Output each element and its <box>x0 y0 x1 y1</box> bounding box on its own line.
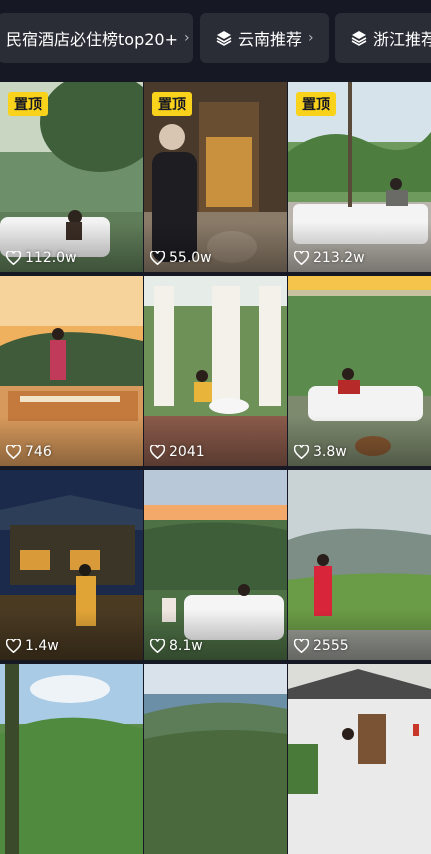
heart-icon <box>294 639 309 653</box>
thumbnail-image <box>288 664 431 854</box>
video-tile[interactable]: 1.4w <box>0 470 143 660</box>
chip-zhejiang[interactable]: 浙江推荐 <box>335 13 431 63</box>
like-count-text: 213.2w <box>313 250 365 266</box>
video-tile[interactable]: 746 <box>0 276 143 466</box>
layers-icon <box>216 31 232 46</box>
video-tile[interactable] <box>144 664 287 854</box>
heart-icon <box>150 251 165 265</box>
chevron-right-icon: › <box>308 30 314 46</box>
video-tile[interactable]: 3.8w <box>288 276 431 466</box>
pinned-badge: 置顶 <box>152 92 192 116</box>
like-count: 8.1w <box>150 638 203 654</box>
heart-icon <box>6 639 21 653</box>
video-tile[interactable]: 置顶 55.0w <box>144 82 287 272</box>
chip-yunnan[interactable]: 云南推荐 › <box>200 13 329 63</box>
thumbnail-image <box>144 664 287 854</box>
video-tile[interactable]: 2041 <box>144 276 287 466</box>
like-count-text: 55.0w <box>169 250 212 266</box>
heart-icon <box>294 445 309 459</box>
like-count-text: 2555 <box>313 638 349 654</box>
like-count-text: 8.1w <box>169 638 203 654</box>
like-count-text: 1.4w <box>25 638 59 654</box>
chevron-right-icon: › <box>184 30 190 46</box>
heart-icon <box>6 251 21 265</box>
video-tile[interactable] <box>0 664 143 854</box>
pinned-badge: 置顶 <box>8 92 48 116</box>
like-count-text: 2041 <box>169 444 205 460</box>
video-tile[interactable]: 置顶 213.2w <box>288 82 431 272</box>
like-count: 1.4w <box>6 638 59 654</box>
chip-top20[interactable]: 民宿酒店必住榜top20+ › <box>0 13 193 63</box>
video-tile[interactable]: 2555 <box>288 470 431 660</box>
like-count: 55.0w <box>150 250 212 266</box>
chip-label: 云南推荐 <box>238 30 303 49</box>
like-count: 112.0w <box>6 250 77 266</box>
like-count-text: 112.0w <box>25 250 77 266</box>
like-count: 3.8w <box>294 444 347 460</box>
chip-label: 浙江推荐 <box>373 30 431 49</box>
heart-icon <box>150 639 165 653</box>
heart-icon <box>294 251 309 265</box>
heart-icon <box>6 445 21 459</box>
like-count-text: 3.8w <box>313 444 347 460</box>
like-count: 2555 <box>294 638 349 654</box>
video-tile[interactable]: 8.1w <box>144 470 287 660</box>
thumbnail-image <box>0 664 143 854</box>
layers-icon <box>351 31 367 46</box>
topic-chip-bar: 民宿酒店必住榜top20+ › 云南推荐 › 浙江推荐 <box>0 0 431 82</box>
pinned-badge: 置顶 <box>296 92 336 116</box>
like-count: 213.2w <box>294 250 365 266</box>
video-tile[interactable] <box>288 664 431 854</box>
video-tile[interactable]: 置顶 112.0w <box>0 82 143 272</box>
chip-label: 民宿酒店必住榜top20+ <box>6 30 178 49</box>
like-count: 2041 <box>150 444 205 460</box>
like-count: 746 <box>6 444 52 460</box>
heart-icon <box>150 445 165 459</box>
video-grid: 置顶 112.0w 置顶 55.0w 置顶 213.2w 746 2041 3.… <box>0 82 431 854</box>
like-count-text: 746 <box>25 444 52 460</box>
